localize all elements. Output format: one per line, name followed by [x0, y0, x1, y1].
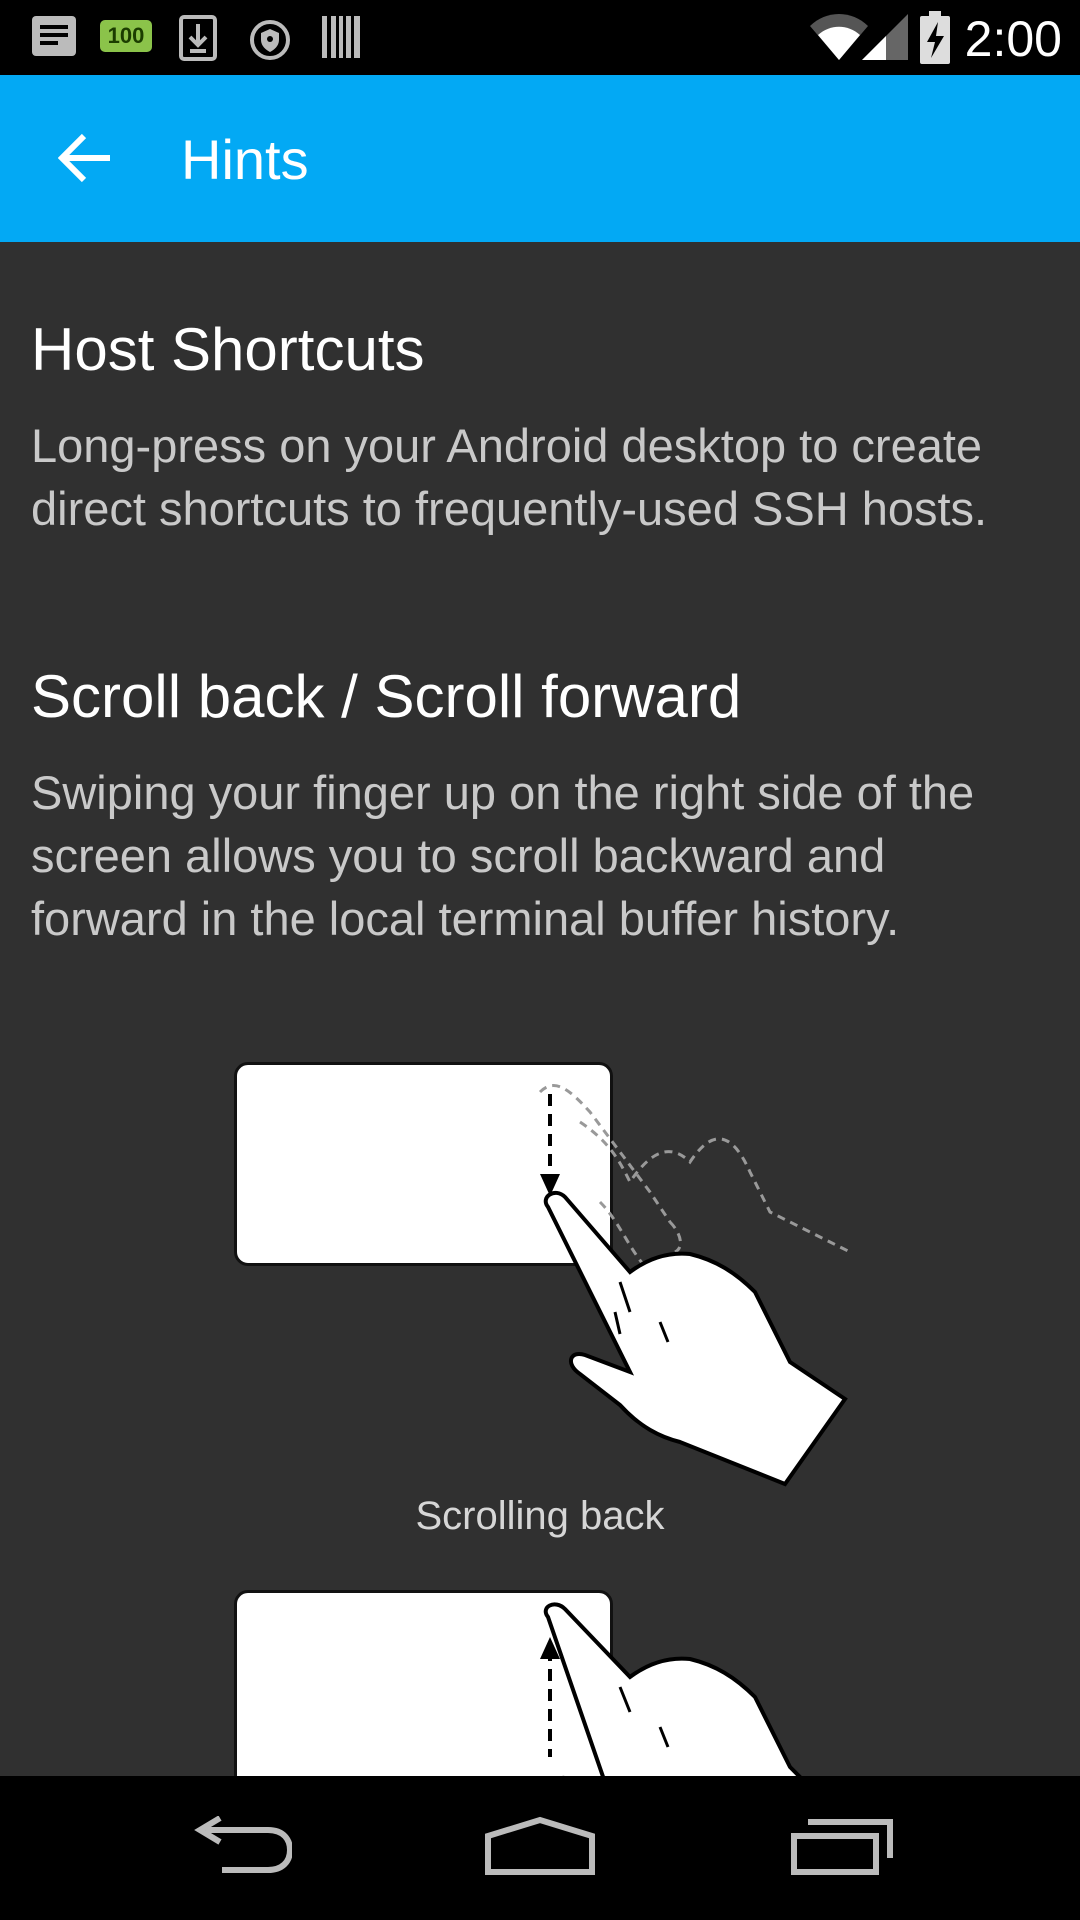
vpn-shield-icon [250, 20, 290, 60]
page-title: Hints [181, 128, 309, 191]
battery-badge-text: 100 [107, 23, 145, 48]
hints-content[interactable]: Host Shortcuts Long-press on your Androi… [0, 242, 1080, 1776]
barcode-icon [322, 16, 360, 58]
swipe-down-hand-icon [538, 1084, 851, 1487]
illustration-caption: Scrolling back [415, 1494, 665, 1538]
clock: 2:00 [964, 11, 1062, 67]
status-bar: 100 2:00 [0, 0, 1080, 75]
battery-charging-icon [920, 11, 950, 64]
back-nav-icon[interactable] [186, 1816, 292, 1876]
message-icon [32, 16, 76, 56]
home-nav-icon[interactable] [484, 1816, 596, 1876]
battery-100-badge-icon: 100 [100, 20, 152, 52]
section-body-scroll: Swiping your finger up on the right side… [31, 766, 975, 945]
recents-nav-icon[interactable] [790, 1816, 896, 1876]
swipe-up-hand-icon [540, 1602, 802, 1776]
signal-icon [862, 14, 908, 60]
arrow-back-icon[interactable] [58, 133, 114, 183]
app-bar: Hints [0, 75, 1080, 242]
section-heading-host-shortcuts: Host Shortcuts [31, 316, 425, 383]
section-heading-scroll: Scroll back / Scroll forward [31, 663, 742, 730]
download-icon [179, 15, 217, 61]
system-nav-bar [0, 1776, 1080, 1920]
section-body-host-shortcuts: Long-press on your Android desktop to cr… [31, 419, 988, 535]
